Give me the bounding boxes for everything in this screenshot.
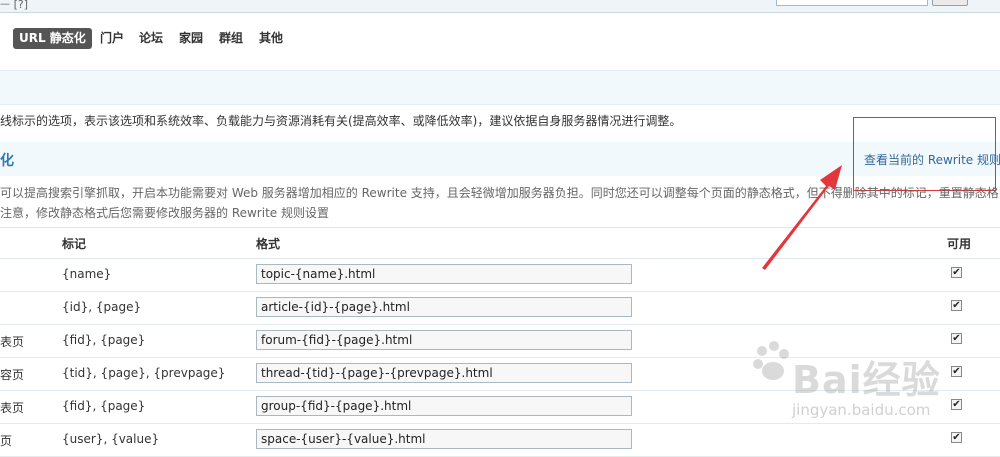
top-bar: ᅳ [?] <box>0 0 1000 13</box>
row-mark: {id}, {page} <box>62 300 142 314</box>
row-label: 表页 <box>0 401 25 415</box>
format-input[interactable]: forum-{fid}-{page}.html <box>256 330 632 350</box>
search-input[interactable] <box>776 0 928 6</box>
format-input[interactable]: article-{id}-{page}.html <box>256 297 632 317</box>
annotation-box <box>853 117 996 191</box>
header-format: 格式 <box>256 237 281 251</box>
table-row: {name} topic-{name}.html ✔ <box>0 258 1000 292</box>
format-input[interactable]: group-{fid}-{page}.html <box>256 396 632 416</box>
row-mark: {tid}, {page}, {prevpage} <box>62 366 226 380</box>
row-label: 容页 <box>0 368 25 382</box>
header-mark: 标记 <box>62 237 87 251</box>
search-button[interactable] <box>932 0 968 6</box>
header-band <box>0 70 1000 105</box>
watermark: Bai经验 jingyan.baidu.com <box>752 335 992 435</box>
tab-url-static[interactable]: URL 静态化 <box>13 28 92 49</box>
row-mark: {user}, {value} <box>62 432 160 446</box>
row-label: 表页 <box>0 335 25 349</box>
tab-group[interactable]: 群组 <box>219 28 243 49</box>
tab-portal[interactable]: 门户 <box>100 28 124 49</box>
tab-forum[interactable]: 论坛 <box>139 28 163 49</box>
section-header <box>0 142 1000 176</box>
table-header: 标记 格式 可用 <box>0 227 1000 259</box>
row-label: 页 <box>0 434 13 448</box>
enabled-checkbox[interactable]: ✔ <box>951 267 962 278</box>
table-row: {id}, {page} article-{id}-{page}.html ✔ <box>0 291 1000 325</box>
section-title: 化 <box>0 153 14 169</box>
watermark-brand: Bai经验 <box>792 358 941 402</box>
row-mark: {fid}, {page} <box>62 399 146 413</box>
format-input[interactable]: topic-{name}.html <box>256 264 632 284</box>
tab-home[interactable]: 家园 <box>179 28 203 49</box>
paw-logo-icon <box>753 341 789 380</box>
row-mark: {name} <box>62 267 112 281</box>
section-description-line2: 注意，修改静态格式后您需要修改服务器的 Rewrite 规则设置 <box>0 206 329 220</box>
enabled-checkbox[interactable]: ✔ <box>951 300 962 311</box>
notice-text: 线标示的选项，表示该选项和系统效率、负载能力与资源消耗有关(提高效率、或降低效率… <box>0 114 682 128</box>
header-enabled: 可用 <box>947 237 972 251</box>
breadcrumb: ᅳ [?] <box>0 0 29 11</box>
format-input[interactable]: space-{user}-{value}.html <box>256 429 632 449</box>
row-mark: {fid}, {page} <box>62 333 146 347</box>
tab-other[interactable]: 其他 <box>259 28 283 49</box>
watermark-url: jingyan.baidu.com <box>792 401 931 419</box>
section-description-line1: 可以提高搜索引擎抓取，开启本功能需要对 Web 服务器增加相应的 Rewrite… <box>0 186 999 200</box>
format-input[interactable]: thread-{tid}-{page}-{prevpage}.html <box>256 363 632 383</box>
